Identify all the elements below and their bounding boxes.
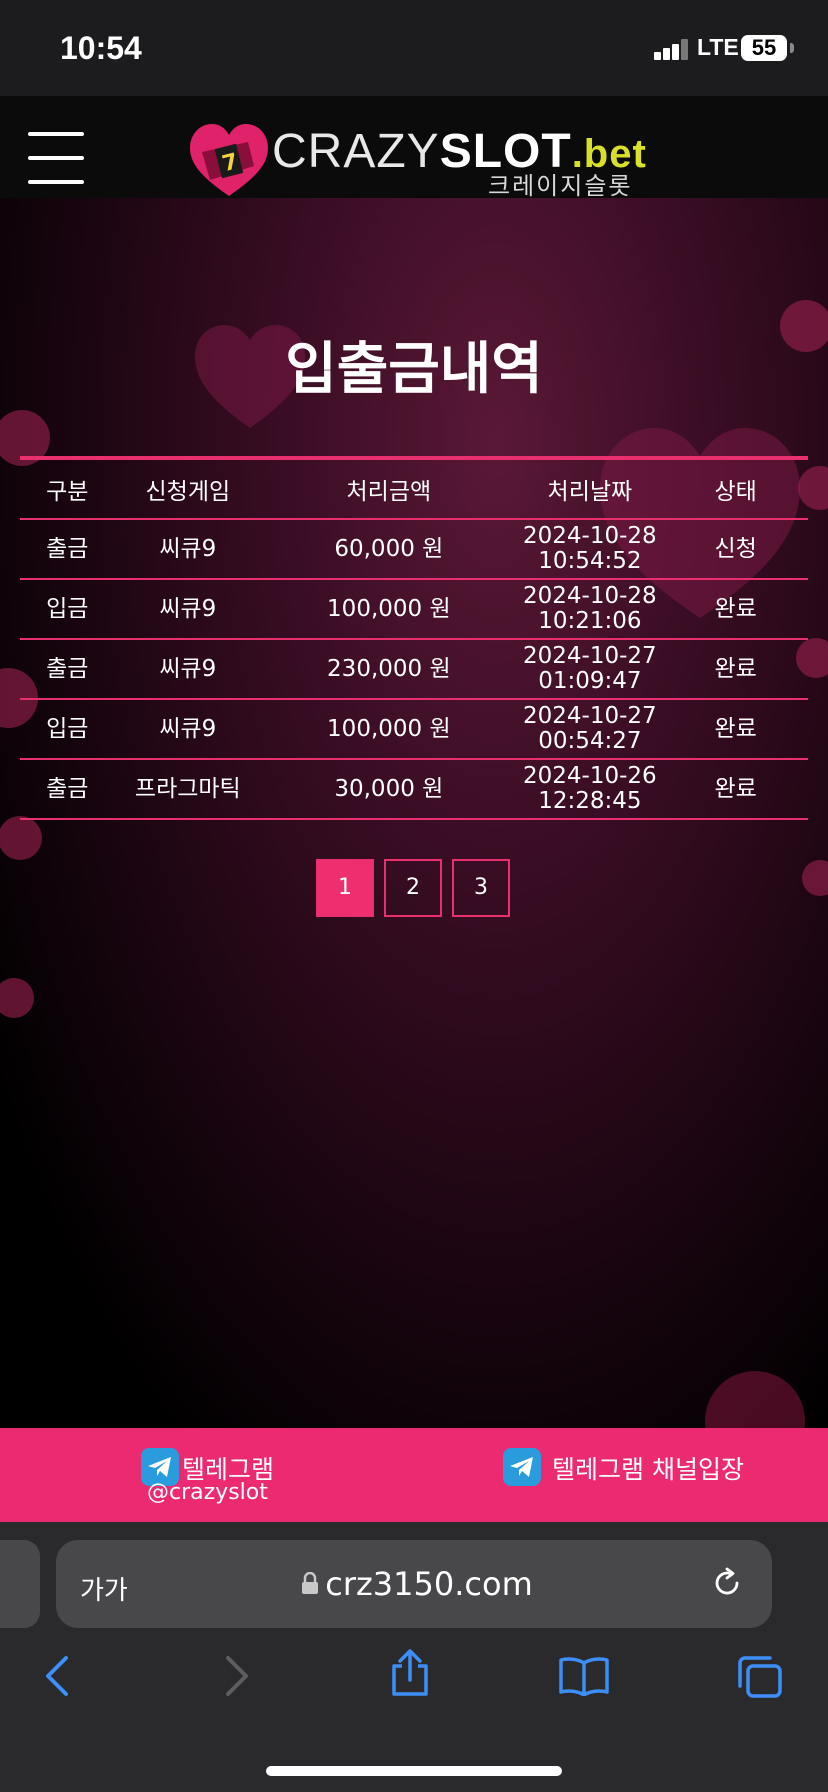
cell-datetime: 2024-10-26 12:28:45 [516,759,664,820]
cell-status: 완료 [663,759,808,820]
column-header-amount: 처리금액 [261,458,517,520]
cell-date: 2024-10-28 [523,583,657,609]
cell-game: 프라그마틱 [114,759,262,820]
page-button-1[interactable]: 1 [316,859,374,917]
column-header-status: 상태 [663,458,808,520]
cell-status: 완료 [663,699,808,760]
page-button-3[interactable]: 3 [452,859,510,917]
bookmarks-icon[interactable] [558,1656,610,1696]
signal-icon [654,38,690,60]
cell-type: 출금 [20,639,115,700]
transaction-table: 구분 신청게임 처리금액 처리날짜 상태 출금 씨큐9 60,000 원 202… [20,456,808,820]
url-text[interactable]: crz3150.com [0,1565,828,1603]
telegram-icon [503,1448,541,1486]
table-row: 출금 씨큐9 230,000 원 2024-10-27 01:09:47 완료 [20,639,808,700]
cell-game: 씨큐9 [114,699,262,760]
cell-status: 완료 [663,639,808,700]
page-title: 입출금내역 [285,337,543,402]
cell-type: 출금 [20,759,115,820]
cell-amount: 100,000 원 [261,699,517,760]
page-button-2[interactable]: 2 [384,859,442,917]
battery-tip [790,43,794,53]
cell-date: 2024-10-27 [523,703,657,729]
network-label: LTE [697,34,739,60]
cell-datetime: 2024-10-28 10:54:52 [516,519,664,580]
table-row: 출금 프라그마틱 30,000 원 2024-10-26 12:28:45 완료 [20,759,808,820]
forward-icon[interactable] [222,1654,252,1698]
logo-crazy: CRAZY [272,125,440,178]
column-header-game: 신청게임 [114,458,262,520]
tabs-icon[interactable] [736,1654,784,1700]
telegram-bar: 텔레그램 @crazyslot 텔레그램 채널입장 [0,1428,828,1522]
status-time: 10:54 [60,30,142,66]
cell-game: 씨큐9 [114,639,262,700]
cell-type: 입금 [20,699,115,760]
site-logo[interactable]: 7 CRAZYSLOT.bet 크레이지슬롯 [188,122,648,202]
reload-icon[interactable] [710,1566,744,1600]
column-header-type: 구분 [20,458,115,520]
cell-time: 01:09:47 [538,668,642,694]
cell-datetime: 2024-10-27 01:09:47 [516,639,664,700]
share-icon[interactable] [388,1648,432,1698]
cell-type: 입금 [20,579,115,640]
cell-amount: 100,000 원 [261,579,517,640]
home-indicator [266,1766,562,1776]
cell-time: 10:54:52 [538,548,642,574]
cell-date: 2024-10-27 [523,643,657,669]
table-row: 입금 씨큐9 100,000 원 2024-10-27 00:54:27 완료 [20,699,808,760]
cell-date: 2024-10-28 [523,523,657,549]
cell-game: 씨큐9 [114,519,262,580]
logo-subtitle: 크레이지슬롯 [488,172,633,200]
table-row: 입금 씨큐9 100,000 원 2024-10-28 10:21:06 완료 [20,579,808,640]
table-row: 출금 씨큐9 60,000 원 2024-10-28 10:54:52 신청 [20,519,808,580]
cell-amount: 60,000 원 [261,519,517,580]
telegram-handle: @crazyslot [147,1480,268,1505]
cell-datetime: 2024-10-28 10:21:06 [516,579,664,640]
column-header-date: 처리날짜 [516,458,664,520]
cell-time: 12:28:45 [538,788,642,814]
cell-type: 출금 [20,519,115,580]
cell-time: 10:21:06 [538,608,642,634]
cell-date: 2024-10-26 [523,763,657,789]
cell-time: 00:54:27 [538,728,642,754]
battery-icon: 55 [741,35,787,61]
cell-amount: 230,000 원 [261,639,517,700]
cell-datetime: 2024-10-27 00:54:27 [516,699,664,760]
heart-logo-icon: 7 [190,124,268,196]
status-bar: 10:54 LTE 55 [0,0,828,96]
back-icon[interactable] [42,1654,72,1698]
menu-icon[interactable] [28,130,88,186]
table-header-row: 구분 신청게임 처리금액 처리날짜 상태 [20,458,808,520]
cell-amount: 30,000 원 [261,759,517,820]
cell-status: 완료 [663,579,808,640]
telegram-channel-label: 텔레그램 채널입장 [552,1455,744,1484]
cell-game: 씨큐9 [114,579,262,640]
cell-status: 신청 [663,519,808,580]
url-value: crz3150.com [325,1565,533,1603]
